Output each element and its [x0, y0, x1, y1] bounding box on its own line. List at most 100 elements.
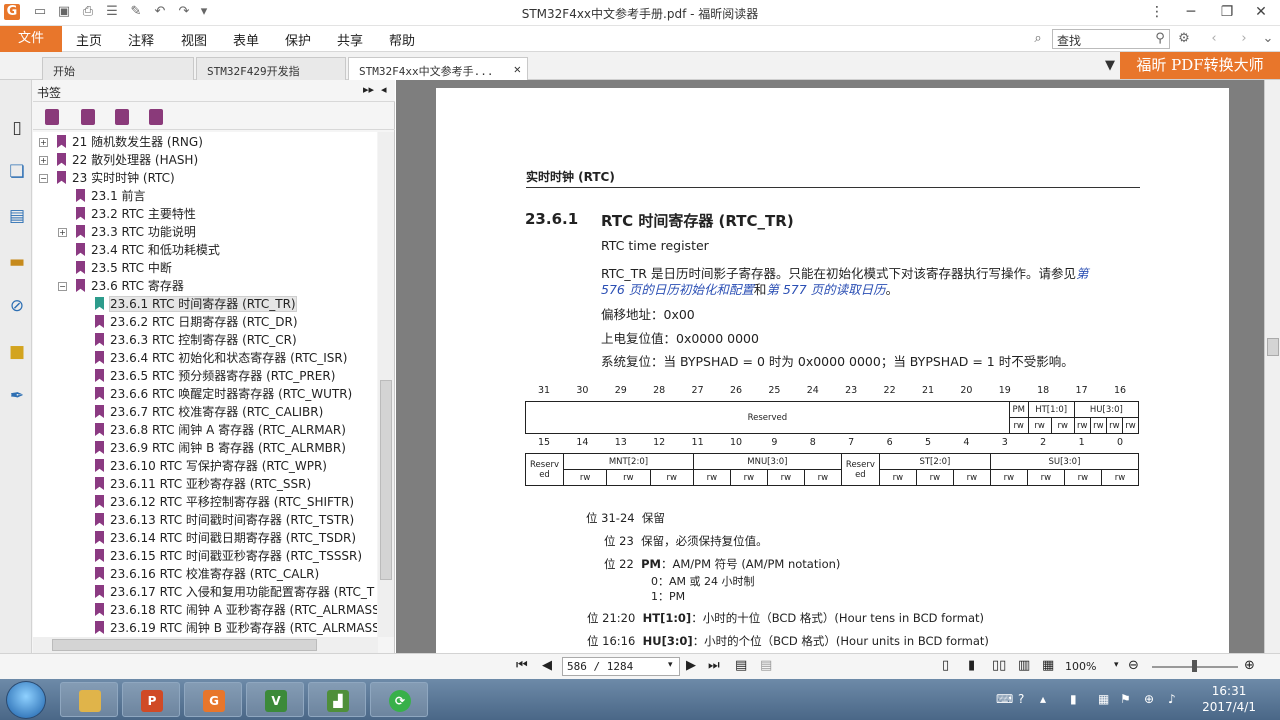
battery-icon[interactable]: ▮ [1070, 692, 1077, 706]
intro-link-prefix[interactable]: 第 [1076, 266, 1089, 281]
bookmark-item[interactable]: 23.6.8 RTC 闹钟 A 寄存器 (RTC_ALRMAR) [95, 421, 346, 439]
chevron-down-icon[interactable]: ⌄ [1260, 31, 1276, 47]
bookmark-item[interactable]: 23.6.12 RTC 平移控制寄存器 (RTC_SHIFTR) [95, 493, 354, 511]
menu-form[interactable]: 表单 [233, 30, 259, 49]
taskbar-powerpoint[interactable]: P [122, 682, 180, 717]
page-number-input[interactable]: 586 / 1284 [562, 657, 680, 676]
bookmark-item[interactable]: 23.5 RTC 中断 [76, 259, 172, 277]
collapse-panel-icon[interactable]: ◂ [381, 83, 387, 96]
bookmark-item[interactable]: 23.6.3 RTC 控制寄存器 (RTC_CR) [95, 331, 297, 349]
continuous-facing-icon[interactable]: ▥ [1018, 658, 1030, 673]
add-icon[interactable]: ⊕ [1144, 692, 1154, 706]
zoom-in-icon[interactable]: ⊕ [1244, 658, 1255, 673]
bookmark-item[interactable]: 23.4 RTC 和低功耗模式 [76, 241, 220, 259]
volume-icon[interactable]: ♪ [1168, 692, 1176, 706]
comments-icon[interactable]: ▬ [7, 252, 27, 272]
calendar-init-link[interactable]: 576 页的日历初始化和配置 [601, 282, 754, 297]
help-icon[interactable]: ? [1018, 692, 1024, 706]
bookmark-item-selected[interactable]: 23.6.1 RTC 时间寄存器 (RTC_TR) [95, 295, 297, 313]
page-thumbnail-icon[interactable]: ▯ [7, 118, 27, 138]
menu-help[interactable]: 帮助 [389, 30, 415, 49]
bookmark-item[interactable]: 21 随机数发生器 (RNG) [57, 133, 203, 151]
bookmark-item[interactable]: 23.6.4 RTC 初始化和状态寄存器 (RTC_ISR) [95, 349, 347, 367]
back-icon[interactable]: ‹ [1206, 31, 1222, 47]
bookmark-item[interactable]: 23.6.2 RTC 日期寄存器 (RTC_DR) [95, 313, 298, 331]
document-scroll-thumb[interactable] [1267, 338, 1279, 356]
zoom-dropdown-icon[interactable]: ▾ [1114, 660, 1119, 670]
bookmark-scroll-thumb[interactable] [380, 380, 392, 580]
add-bookmark-icon[interactable] [81, 109, 95, 125]
pages-icon[interactable]: ▤ [7, 206, 27, 226]
menu-view[interactable]: 视图 [181, 30, 207, 49]
bookmark-item[interactable]: 23.2 RTC 主要特性 [76, 205, 196, 223]
bookmark-item[interactable]: 23 实时时钟 (RTC) [57, 169, 175, 187]
taskbar-chart-app[interactable]: ▟ [308, 682, 366, 717]
page-dropdown-icon[interactable]: ▾ [668, 660, 673, 670]
bookmark-item[interactable]: 23.6.13 RTC 时间戳时间寄存器 (RTC_TSTR) [95, 511, 354, 529]
flag-icon[interactable]: ⚑ [1120, 692, 1131, 706]
bookmark-item[interactable]: 23.6.16 RTC 校准寄存器 (RTC_CALR) [95, 565, 319, 583]
menu-annotate[interactable]: 注释 [128, 30, 154, 49]
search-icon[interactable]: ⚲ [1152, 31, 1168, 47]
zoom-slider-thumb[interactable] [1192, 660, 1197, 672]
tab-start[interactable]: 开始 [42, 57, 194, 80]
zoom-level[interactable]: 100% [1065, 660, 1096, 673]
bookmark-item[interactable]: 23.6.15 RTC 时间戳亚秒寄存器 (RTC_TSSSR) [95, 547, 362, 565]
expand-icon[interactable]: + [58, 228, 67, 237]
bookmark-item[interactable]: 23.6.11 RTC 亚秒寄存器 (RTC_SSR) [95, 475, 311, 493]
tab-list-icon[interactable]: ▼ [1102, 58, 1118, 74]
bookmark-item[interactable]: 23.6.6 RTC 唤醒定时器寄存器 (RTC_WUTR) [95, 385, 352, 403]
taskbar-explorer[interactable] [60, 682, 118, 717]
document-scrollbar[interactable] [1264, 80, 1280, 653]
bookmark-item[interactable]: 23.6.7 RTC 校准寄存器 (RTC_CALIBR) [95, 403, 323, 421]
close-button[interactable]: ✕ [1246, 2, 1276, 22]
file-menu[interactable]: 文件 [0, 26, 62, 52]
bookmark-item[interactable]: 23.6.18 RTC 闹钟 A 亚秒寄存器 (RTC_ALRMASS [95, 601, 377, 619]
prev-page-icon[interactable]: ◀ [542, 658, 552, 673]
menu-home[interactable]: 主页 [76, 30, 102, 49]
forward-icon[interactable]: › [1236, 31, 1252, 47]
calendar-read-link[interactable]: 第 577 页的读取日历 [766, 282, 885, 297]
zoom-out-icon[interactable]: ⊖ [1128, 658, 1139, 673]
taskbar-sync-app[interactable]: ⟳ [370, 682, 428, 717]
next-view-icon[interactable]: ▤ [760, 658, 772, 673]
close-tab-icon[interactable]: ✕ [514, 62, 521, 76]
facing-icon[interactable]: ▯▯ [992, 658, 1006, 673]
collapse-icon[interactable]: − [39, 174, 48, 183]
continuous-icon[interactable]: ▮ [968, 658, 975, 673]
bookmark-hscroll-thumb[interactable] [52, 639, 317, 651]
split-icon[interactable]: ▦ [1042, 658, 1054, 673]
single-page-icon[interactable]: ▯ [942, 658, 949, 673]
bookmark-item[interactable]: 23.6.5 RTC 预分频器寄存器 (RTC_PRER) [95, 367, 335, 385]
expand-icon[interactable]: + [39, 138, 48, 147]
settings-icon[interactable]: ⚙ [1176, 31, 1192, 47]
collapse-icon[interactable]: − [58, 282, 67, 291]
system-clock[interactable]: 16:31 2017/4/1 [1202, 683, 1256, 715]
find-tool-icon[interactable]: ⌕ [1030, 31, 1046, 47]
add-child-bookmark-icon[interactable] [115, 109, 129, 125]
bookmark-item[interactable]: 23.6.9 RTC 闹钟 B 寄存器 (RTC_ALRMBR) [95, 439, 346, 457]
previous-view-icon[interactable]: ▤ [735, 658, 747, 673]
taskbar-foxit[interactable]: G [184, 682, 242, 717]
next-page-icon[interactable]: ▶ [686, 658, 696, 673]
minimize-button[interactable]: ─ [1176, 2, 1206, 22]
keyboard-icon[interactable]: ⌨ [996, 692, 1013, 706]
signature-icon[interactable]: ✒ [7, 386, 27, 406]
pdf-converter-promo[interactable]: 福昕 PDF转换大师 [1120, 52, 1280, 79]
tab-stm32f4xx-manual[interactable]: STM32F4xx中文参考手... ✕ [348, 57, 528, 81]
menu-protect[interactable]: 保护 [285, 30, 311, 49]
network-icon[interactable]: ▦ [1098, 692, 1109, 706]
expand-icon[interactable]: + [39, 156, 48, 165]
find-bookmark-icon[interactable] [149, 109, 163, 125]
tray-expand-icon[interactable]: ▴ [1040, 692, 1046, 706]
bookmark-item[interactable]: 23.1 前言 [76, 187, 146, 205]
last-page-icon[interactable]: ⏭ [708, 658, 720, 673]
bookmark-item[interactable]: 23.6 RTC 寄存器 [76, 277, 184, 295]
bookmark-item[interactable]: 23.6.17 RTC 入侵和复用功能配置寄存器 (RTC_T [95, 583, 374, 601]
start-button[interactable] [6, 681, 46, 719]
ribbon-toggle-icon[interactable]: ⋮ [1142, 2, 1172, 22]
expand-panel-icon[interactable]: ▸▸ [363, 83, 374, 96]
layers-icon[interactable]: ❏ [7, 162, 27, 182]
tab-stm32f429-guide[interactable]: STM32F429开发指南-... [196, 57, 346, 94]
first-page-icon[interactable]: ⏮ [516, 658, 528, 673]
